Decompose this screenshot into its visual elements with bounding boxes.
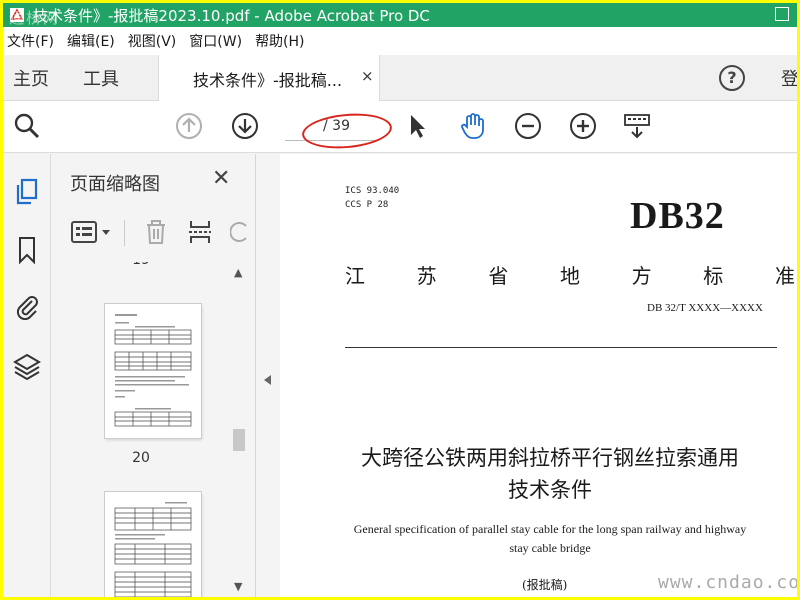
panel-toolbar [52, 214, 256, 252]
menu-bar: 文件(F) 编辑(E) 视图(V) 窗口(W) 帮助(H) [3, 27, 797, 55]
standard-name-char: 方 [631, 264, 652, 288]
sign-in-button[interactable]: 登 [781, 65, 797, 91]
menu-help[interactable]: 帮助(H) [252, 31, 313, 51]
tab-document-label: 技术条件》-报批稿... [193, 71, 343, 90]
bookmark-icon[interactable] [11, 234, 43, 266]
rotate-icon[interactable] [228, 216, 252, 248]
standard-name-char: 标 [703, 264, 724, 288]
header-rule [345, 347, 777, 348]
scroll-thumb[interactable] [233, 429, 245, 451]
ics-code: ICS 93.040 [345, 186, 400, 196]
tab-tools[interactable]: 工具 [83, 65, 119, 91]
extract-pages-icon[interactable] [186, 216, 214, 248]
page-thumbnails-icon[interactable] [11, 176, 43, 208]
menu-file[interactable]: 文件(F) [4, 31, 63, 51]
title-en-line: stay cable bridge [509, 541, 591, 555]
tab-bar: 主页 工具 技术条件》-报批稿... × ? 登 [3, 55, 797, 101]
draft-label: (报批稿) [522, 578, 568, 592]
keyboard-down-icon[interactable] [621, 110, 653, 142]
page-up-icon[interactable] [173, 110, 205, 142]
title-cn-line: 大跨径公铁两用斜拉桥平行钢丝拉索通用 [361, 446, 739, 470]
help-icon[interactable]: ? [719, 65, 745, 91]
document-view[interactable]: ICS 93.040 CCS P 28 DB32 江 苏 省 地 方 标 准 D… [280, 154, 797, 597]
page-down-icon[interactable] [229, 110, 261, 142]
thumbnail-panel: 页面缩略图 ✕ 19 [52, 154, 256, 597]
standard-name-char: 准 [774, 264, 795, 288]
title-en-line: General specification of parallel stay c… [353, 522, 747, 536]
scroll-down-icon[interactable]: ▼ [234, 580, 242, 593]
panel-toolbar-divider [124, 220, 125, 246]
layers-icon[interactable] [11, 350, 43, 382]
thumbnail-page-label: 20 [132, 450, 150, 466]
document-title-cn: 大跨径公铁两用斜拉桥平行钢丝拉索通用 技术条件 [320, 442, 780, 506]
maximize-icon[interactable] [775, 7, 789, 21]
menu-edit[interactable]: 编辑(E) [64, 31, 124, 51]
panel-title: 页面缩略图 [70, 174, 160, 195]
thumbnail-page-label: 19 [52, 262, 230, 268]
search-icon[interactable] [11, 110, 43, 142]
thumbnail-list: 19 [52, 262, 230, 597]
standard-name-char: 江 [345, 264, 365, 288]
window-title: 技术条件》-报批稿2023.10.pdf - Adobe Acrobat Pro… [33, 6, 430, 25]
toolbar: / 39 [3, 101, 797, 153]
standard-mark: DB32 [630, 195, 725, 237]
title-bar: 通桥网 技术条件》-报批稿2023.10.pdf - Adobe Acrobat… [3, 3, 797, 27]
menu-view[interactable]: 视图(V) [125, 31, 186, 51]
classification-codes: ICS 93.040 CCS P 28 [345, 184, 399, 212]
select-arrow-icon[interactable] [401, 110, 433, 142]
title-cn-line: 技术条件 [508, 478, 592, 502]
standard-name: 江 苏 省 地 方 标 准 [345, 260, 795, 289]
attachment-icon[interactable] [11, 290, 43, 322]
standard-name-char: 省 [488, 264, 509, 288]
navigation-rail [3, 154, 51, 597]
watermark-logo: 通桥网 [9, 9, 61, 27]
options-menu-icon[interactable] [70, 216, 114, 248]
thumbnail-scrollbar[interactable]: ▲ ▼ [230, 262, 248, 597]
standard-name-char: 苏 [416, 264, 437, 288]
tab-document[interactable]: 技术条件》-报批稿... × [158, 55, 380, 101]
zoom-out-icon[interactable] [512, 110, 544, 142]
site-watermark: www.cndao.com [658, 572, 797, 593]
standard-name-char: 地 [559, 264, 580, 288]
thumbnail-page-20[interactable] [105, 304, 201, 438]
delete-icon[interactable] [142, 216, 170, 248]
thumbnail-page-21[interactable] [105, 492, 201, 597]
tab-home[interactable]: 主页 [13, 65, 49, 91]
document-title-en: General specification of parallel stay c… [340, 520, 760, 558]
hand-icon[interactable] [457, 110, 489, 142]
zoom-in-icon[interactable] [567, 110, 599, 142]
close-panel-icon[interactable]: ✕ [212, 166, 230, 191]
acrobat-window: 通桥网 技术条件》-报批稿2023.10.pdf - Adobe Acrobat… [3, 3, 797, 597]
menu-window[interactable]: 窗口(W) [186, 31, 251, 51]
panel-collapse-handle[interactable] [256, 154, 280, 597]
close-tab-icon[interactable]: × [361, 67, 374, 85]
scroll-up-icon[interactable]: ▲ [234, 266, 242, 279]
ccs-code: CCS P 28 [345, 200, 389, 210]
collapse-arrow-icon [264, 375, 271, 385]
standard-code: DB 32/T XXXX—XXXX [647, 302, 763, 314]
